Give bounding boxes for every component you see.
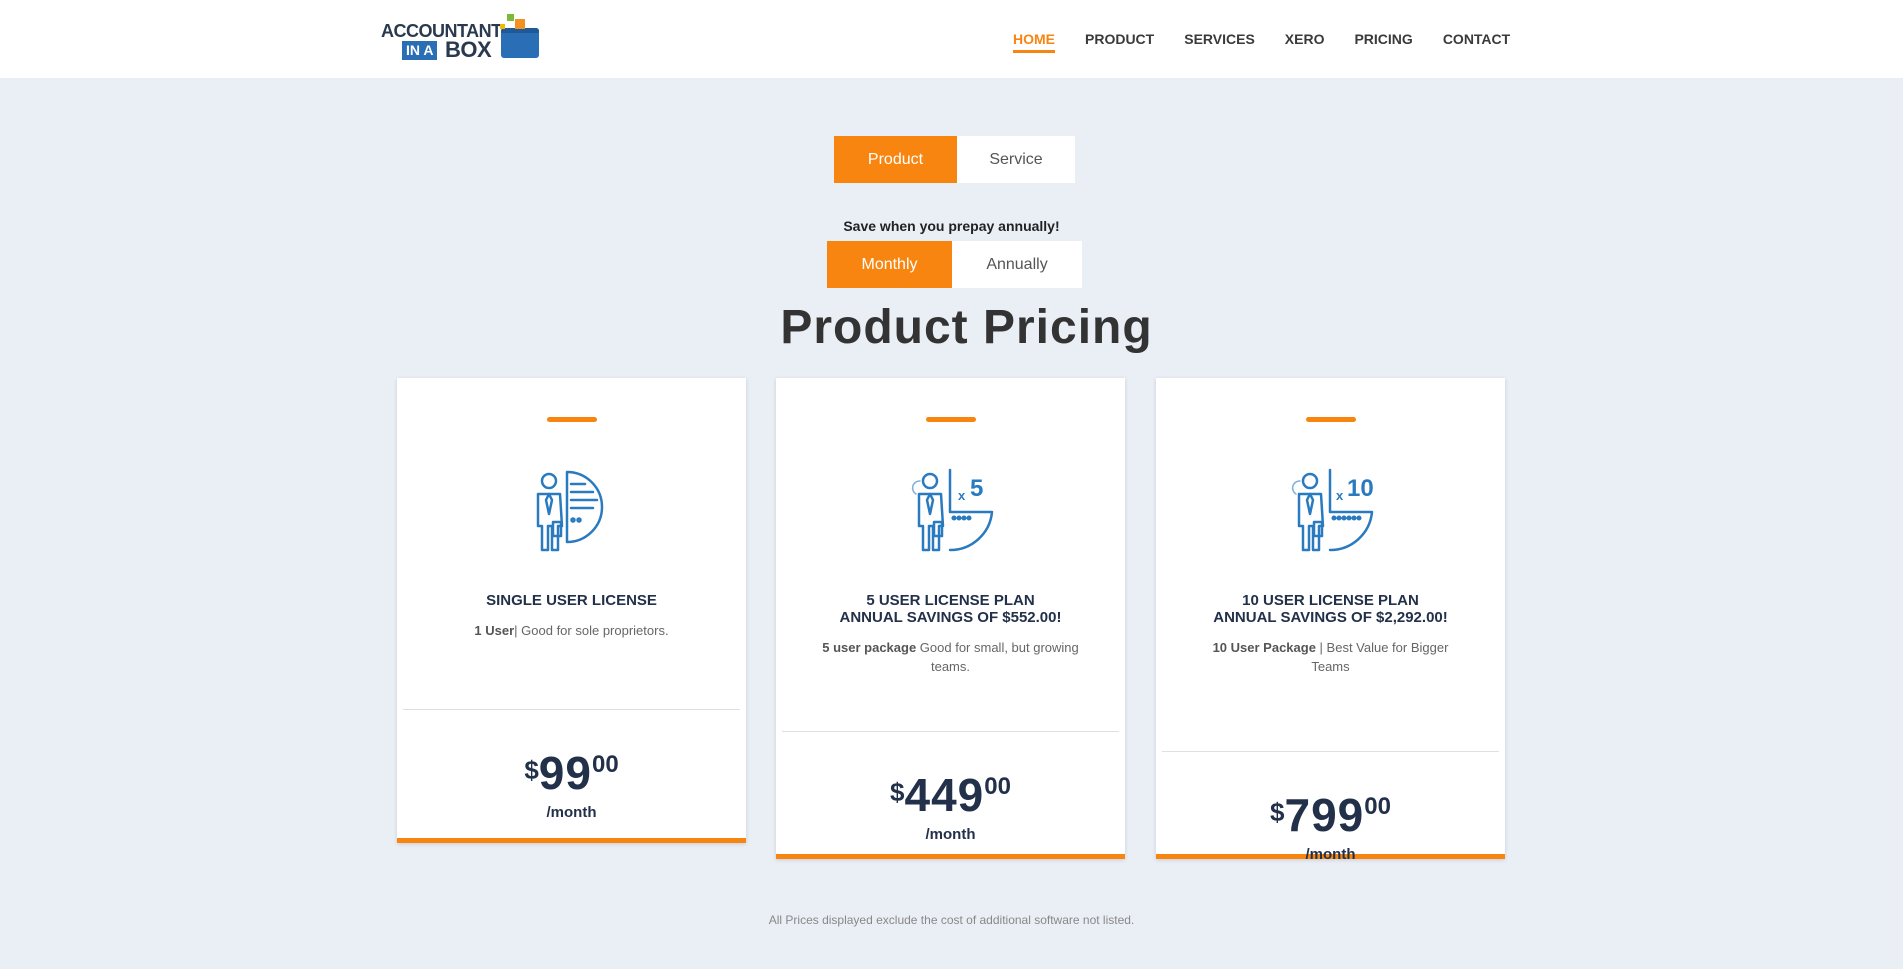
plan-name: 5 USER LICENSE PLAN ANNUAL SAVINGS OF $55… bbox=[776, 592, 1125, 626]
plan-desc-rest: | Good for sole proprietors. bbox=[514, 623, 669, 638]
price-period: /month bbox=[925, 826, 976, 843]
service-tab[interactable]: Service bbox=[957, 136, 1075, 183]
plan-desc-rest: Good for small, but growing teams. bbox=[916, 640, 1079, 674]
nav-services[interactable]: SERVICES bbox=[1184, 31, 1255, 53]
pricing-card-10-user: x 10 10 USER LICENSE PLAN ANNUAL SAVINGS … bbox=[1156, 378, 1505, 863]
plan-description: 10 User Package | Best Value for Bigger … bbox=[1196, 638, 1465, 676]
main-nav: HOME PRODUCT SERVICES XERO PRICING CONTA… bbox=[1013, 31, 1510, 53]
card-accent-bar bbox=[925, 417, 976, 422]
pricing-card-5-user: x 5 5 USER LICENSE PLAN ANNUAL SAVINGS OF… bbox=[776, 378, 1125, 859]
price-amount: 99 bbox=[538, 747, 592, 799]
plan-savings: ANNUAL SAVINGS OF $552.00! bbox=[839, 609, 1062, 626]
type-toggle: Product Service bbox=[834, 136, 1075, 183]
plan-desc-rest: | Best Value for Bigger Teams bbox=[1311, 640, 1449, 674]
card-divider bbox=[403, 709, 740, 710]
price-cents: 00 bbox=[984, 773, 1011, 800]
card-divider bbox=[782, 731, 1119, 732]
nav-home[interactable]: HOME bbox=[1013, 31, 1055, 53]
plan-name: SINGLE USER LICENSE bbox=[486, 592, 657, 609]
icon-count: 10 bbox=[1347, 475, 1374, 502]
svg-text:x: x bbox=[1336, 488, 1344, 503]
logo[interactable]: ACCOUNTANT IN A BOX bbox=[381, 6, 541, 62]
save-note: Save when you prepay annually! bbox=[843, 218, 1060, 234]
logo-square-green bbox=[507, 14, 514, 21]
card-accent-bar bbox=[546, 417, 597, 422]
period-toggle: Monthly Annually bbox=[827, 241, 1082, 288]
price-cents: 00 bbox=[1364, 793, 1391, 820]
plan-description: 1 User| Good for sole proprietors. bbox=[437, 621, 706, 640]
pricing-footnote: All Prices displayed exclude the cost of… bbox=[768, 913, 1135, 927]
monthly-tab[interactable]: Monthly bbox=[827, 241, 952, 288]
plan-desc-bold: 5 user package bbox=[822, 640, 917, 655]
plan-desc-bold: 1 User bbox=[474, 623, 515, 638]
price-period: /month bbox=[546, 804, 597, 821]
plan-description: 5 user package Good for small, but growi… bbox=[816, 638, 1085, 676]
card-divider bbox=[1162, 751, 1499, 752]
price-cents: 00 bbox=[591, 751, 619, 778]
box-icon bbox=[501, 28, 539, 58]
nav-pricing[interactable]: PRICING bbox=[1354, 31, 1412, 53]
page-title: Product Pricing bbox=[780, 301, 1153, 354]
price-currency: $ bbox=[890, 777, 905, 807]
logo-text-ina: IN A bbox=[402, 41, 438, 60]
nav-product[interactable]: PRODUCT bbox=[1085, 31, 1154, 53]
plan-price: $9900 bbox=[397, 750, 746, 796]
plan-desc-bold: 10 User Package bbox=[1212, 640, 1316, 655]
price-amount: 799 bbox=[1284, 789, 1365, 841]
icon-count: 5 bbox=[970, 475, 983, 502]
price-period: /month bbox=[1305, 846, 1356, 863]
logo-text-box: BOX bbox=[445, 37, 492, 62]
single-user-icon bbox=[536, 470, 603, 552]
logo-square-orange bbox=[515, 19, 525, 29]
five-users-icon: x 5 bbox=[911, 468, 993, 552]
product-tab[interactable]: Product bbox=[834, 136, 957, 183]
plan-price: $79900 bbox=[1156, 792, 1505, 838]
price-currency: $ bbox=[1270, 797, 1285, 827]
plan-name-line: 5 USER LICENSE PLAN bbox=[866, 592, 1035, 609]
pricing-card-single: SINGLE USER LICENSE 1 User| Good for sol… bbox=[397, 378, 746, 843]
plan-price: $44900 bbox=[776, 772, 1125, 818]
plan-name: 10 USER LICENSE PLAN ANNUAL SAVINGS OF $2… bbox=[1156, 592, 1505, 626]
logo-square-yellow bbox=[500, 24, 505, 29]
annually-tab[interactable]: Annually bbox=[952, 241, 1082, 288]
price-currency: $ bbox=[524, 755, 539, 785]
nav-xero[interactable]: XERO bbox=[1285, 31, 1325, 53]
price-amount: 449 bbox=[904, 769, 985, 821]
plan-name-line: 10 USER LICENSE PLAN bbox=[1242, 592, 1419, 609]
ten-users-icon: x 10 bbox=[1291, 468, 1374, 552]
site-header: ACCOUNTANT IN A BOX HOME PRODUCT SERVICE… bbox=[0, 0, 1903, 78]
card-accent-bar bbox=[1305, 417, 1356, 422]
svg-text:x: x bbox=[958, 488, 966, 503]
plan-savings: ANNUAL SAVINGS OF $2,292.00! bbox=[1213, 609, 1448, 626]
nav-contact[interactable]: CONTACT bbox=[1443, 31, 1510, 53]
